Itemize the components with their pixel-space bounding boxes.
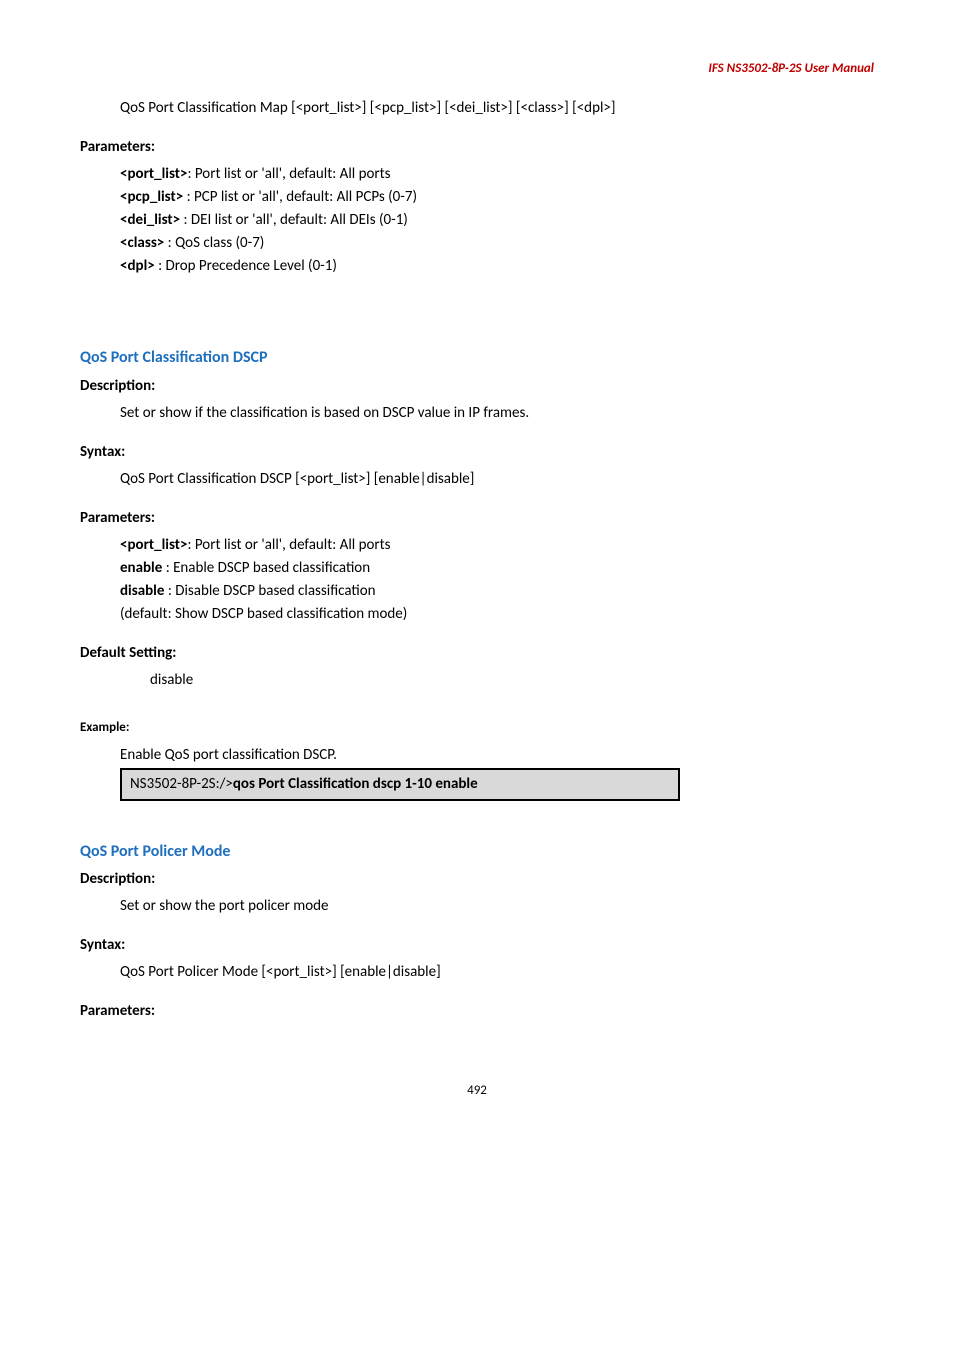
param-desc: PCP list or 'all', default: All PCPs (0-… (194, 188, 417, 206)
code-box: NS3502-8P-2S:/>qos Port Classification d… (120, 768, 680, 801)
default-value: disable (150, 670, 874, 691)
param-sep: : (183, 188, 194, 206)
description-label: Description: (80, 869, 874, 890)
param-row: disable : Disable DSCP based classificat… (120, 581, 874, 602)
param-key: <dpl> (120, 257, 155, 275)
syntax-text: QoS Port Classification DSCP [<port_list… (120, 469, 874, 490)
param-row: <port_list>: Port list or 'all', default… (120, 164, 874, 185)
param-sep: : (164, 582, 175, 600)
example-text: Enable QoS port classification DSCP. (120, 745, 874, 766)
param-key: <port_list> (120, 536, 187, 554)
param-desc: Drop Precedence Level (0-1) (166, 257, 337, 275)
param-sep: : (187, 536, 194, 554)
syntax-text: QoS Port Policer Mode [<port_list>] [ena… (120, 962, 874, 983)
params-note: (default: Show DSCP based classification… (120, 604, 874, 625)
param-desc: Port list or 'all', default: All ports (195, 536, 391, 554)
param-key: disable (120, 582, 164, 600)
param-sep: : (164, 234, 175, 252)
param-desc: Port list or 'all', default: All ports (195, 165, 391, 183)
param-desc: Enable DSCP based classification (173, 559, 370, 577)
code-prefix: NS3502-8P-2S:/> (130, 775, 233, 793)
description-text: Set or show if the classification is bas… (120, 403, 874, 424)
top-params-block: <port_list>: Port list or 'all', default… (80, 164, 874, 277)
param-sep: : (162, 559, 173, 577)
param-sep: : (187, 165, 194, 183)
param-row: enable : Enable DSCP based classificatio… (120, 558, 874, 579)
code-cmd: qos Port Classification dscp 1-10 enable (233, 775, 478, 793)
param-desc: QoS class (0-7) (175, 234, 264, 252)
param-key: <pcp_list> (120, 188, 183, 206)
parameters-label: Parameters: (80, 508, 874, 529)
param-key: <class> (120, 234, 164, 252)
page-header: IFS NS3502-8P-2S User Manual (80, 60, 874, 78)
heading-policer: QoS Port Policer Mode (80, 841, 874, 863)
dscp-params-block: <port_list>: Port list or 'all', default… (80, 535, 874, 625)
syntax-label: Syntax: (80, 935, 874, 956)
page-number: 492 (80, 1082, 874, 1100)
param-sep: : (155, 257, 166, 275)
default-setting-label: Default Setting: (80, 643, 874, 664)
param-row: <dei_list> : DEI list or 'all', default:… (120, 210, 874, 231)
param-row: <class> : QoS class (0-7) (120, 233, 874, 254)
param-desc: Disable DSCP based classification (175, 582, 375, 600)
example-label: Example: (80, 719, 874, 737)
param-desc: DEI list or 'all', default: All DEIs (0-… (191, 211, 408, 229)
parameters-label: Parameters: (80, 1001, 874, 1022)
parameters-label: Parameters: (80, 137, 874, 158)
top-syntax-line: QoS Port Classification Map [<port_list>… (120, 98, 874, 119)
param-key: <port_list> (120, 165, 187, 183)
param-key: <dei_list> (120, 211, 180, 229)
param-row: <dpl> : Drop Precedence Level (0-1) (120, 256, 874, 277)
description-text: Set or show the port policer mode (120, 896, 874, 917)
syntax-label: Syntax: (80, 442, 874, 463)
param-key: enable (120, 559, 162, 577)
param-row: <port_list>: Port list or 'all', default… (120, 535, 874, 556)
description-label: Description: (80, 376, 874, 397)
param-row: <pcp_list> : PCP list or 'all', default:… (120, 187, 874, 208)
param-sep: : (180, 211, 191, 229)
heading-dscp: QoS Port Classification DSCP (80, 347, 874, 369)
